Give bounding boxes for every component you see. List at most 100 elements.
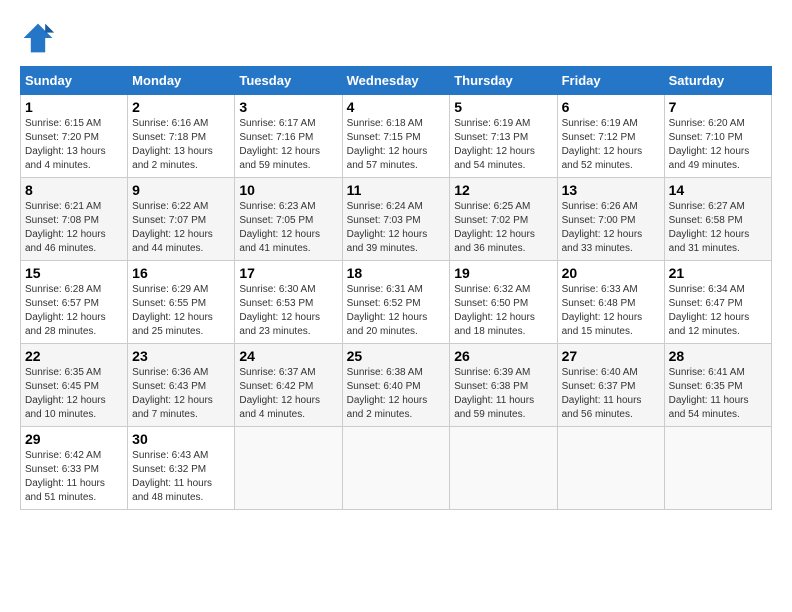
day-info: Sunrise: 6:21 AMSunset: 7:08 PMDaylight:… bbox=[25, 201, 106, 254]
day-info: Sunrise: 6:23 AMSunset: 7:05 PMDaylight:… bbox=[239, 201, 320, 254]
day-number: 23 bbox=[132, 348, 230, 364]
week-row-4: 22 Sunrise: 6:35 AMSunset: 6:45 PMDaylig… bbox=[21, 344, 772, 427]
col-header-monday: Monday bbox=[128, 67, 235, 95]
day-info: Sunrise: 6:33 AMSunset: 6:48 PMDaylight:… bbox=[562, 284, 643, 337]
week-row-1: 1 Sunrise: 6:15 AMSunset: 7:20 PMDayligh… bbox=[21, 95, 772, 178]
col-header-wednesday: Wednesday bbox=[342, 67, 450, 95]
day-number: 16 bbox=[132, 265, 230, 281]
day-cell: 13 Sunrise: 6:26 AMSunset: 7:00 PMDaylig… bbox=[557, 178, 664, 261]
day-cell: 15 Sunrise: 6:28 AMSunset: 6:57 PMDaylig… bbox=[21, 261, 128, 344]
day-number: 24 bbox=[239, 348, 337, 364]
day-number: 25 bbox=[347, 348, 446, 364]
col-header-thursday: Thursday bbox=[450, 67, 557, 95]
col-header-saturday: Saturday bbox=[664, 67, 771, 95]
day-number: 6 bbox=[562, 99, 660, 115]
day-info: Sunrise: 6:18 AMSunset: 7:15 PMDaylight:… bbox=[347, 118, 428, 171]
day-info: Sunrise: 6:26 AMSunset: 7:00 PMDaylight:… bbox=[562, 201, 643, 254]
day-info: Sunrise: 6:42 AMSunset: 6:33 PMDaylight:… bbox=[25, 450, 105, 503]
day-cell bbox=[664, 427, 771, 510]
day-number: 11 bbox=[347, 182, 446, 198]
day-cell: 8 Sunrise: 6:21 AMSunset: 7:08 PMDayligh… bbox=[21, 178, 128, 261]
day-info: Sunrise: 6:19 AMSunset: 7:12 PMDaylight:… bbox=[562, 118, 643, 171]
day-info: Sunrise: 6:25 AMSunset: 7:02 PMDaylight:… bbox=[454, 201, 535, 254]
day-info: Sunrise: 6:32 AMSunset: 6:50 PMDaylight:… bbox=[454, 284, 535, 337]
day-info: Sunrise: 6:41 AMSunset: 6:35 PMDaylight:… bbox=[669, 367, 749, 420]
day-cell: 2 Sunrise: 6:16 AMSunset: 7:18 PMDayligh… bbox=[128, 95, 235, 178]
day-cell: 27 Sunrise: 6:40 AMSunset: 6:37 PMDaylig… bbox=[557, 344, 664, 427]
day-cell: 19 Sunrise: 6:32 AMSunset: 6:50 PMDaylig… bbox=[450, 261, 557, 344]
day-info: Sunrise: 6:35 AMSunset: 6:45 PMDaylight:… bbox=[25, 367, 106, 420]
day-cell: 20 Sunrise: 6:33 AMSunset: 6:48 PMDaylig… bbox=[557, 261, 664, 344]
day-cell: 12 Sunrise: 6:25 AMSunset: 7:02 PMDaylig… bbox=[450, 178, 557, 261]
day-number: 18 bbox=[347, 265, 446, 281]
day-cell: 10 Sunrise: 6:23 AMSunset: 7:05 PMDaylig… bbox=[235, 178, 342, 261]
day-info: Sunrise: 6:22 AMSunset: 7:07 PMDaylight:… bbox=[132, 201, 213, 254]
day-cell: 3 Sunrise: 6:17 AMSunset: 7:16 PMDayligh… bbox=[235, 95, 342, 178]
day-info: Sunrise: 6:24 AMSunset: 7:03 PMDaylight:… bbox=[347, 201, 428, 254]
day-info: Sunrise: 6:37 AMSunset: 6:42 PMDaylight:… bbox=[239, 367, 320, 420]
day-cell: 9 Sunrise: 6:22 AMSunset: 7:07 PMDayligh… bbox=[128, 178, 235, 261]
day-number: 15 bbox=[25, 265, 123, 281]
day-number: 9 bbox=[132, 182, 230, 198]
day-number: 14 bbox=[669, 182, 767, 198]
week-row-5: 29 Sunrise: 6:42 AMSunset: 6:33 PMDaylig… bbox=[21, 427, 772, 510]
page-header bbox=[20, 20, 772, 56]
day-info: Sunrise: 6:29 AMSunset: 6:55 PMDaylight:… bbox=[132, 284, 213, 337]
col-header-tuesday: Tuesday bbox=[235, 67, 342, 95]
day-cell: 28 Sunrise: 6:41 AMSunset: 6:35 PMDaylig… bbox=[664, 344, 771, 427]
day-cell: 21 Sunrise: 6:34 AMSunset: 6:47 PMDaylig… bbox=[664, 261, 771, 344]
day-info: Sunrise: 6:40 AMSunset: 6:37 PMDaylight:… bbox=[562, 367, 642, 420]
day-info: Sunrise: 6:38 AMSunset: 6:40 PMDaylight:… bbox=[347, 367, 428, 420]
day-number: 12 bbox=[454, 182, 552, 198]
day-cell bbox=[235, 427, 342, 510]
day-info: Sunrise: 6:16 AMSunset: 7:18 PMDaylight:… bbox=[132, 118, 213, 171]
logo-icon bbox=[20, 20, 56, 56]
day-info: Sunrise: 6:30 AMSunset: 6:53 PMDaylight:… bbox=[239, 284, 320, 337]
day-cell: 18 Sunrise: 6:31 AMSunset: 6:52 PMDaylig… bbox=[342, 261, 450, 344]
day-cell: 16 Sunrise: 6:29 AMSunset: 6:55 PMDaylig… bbox=[128, 261, 235, 344]
day-cell bbox=[342, 427, 450, 510]
day-info: Sunrise: 6:19 AMSunset: 7:13 PMDaylight:… bbox=[454, 118, 535, 171]
calendar-table: SundayMondayTuesdayWednesdayThursdayFrid… bbox=[20, 66, 772, 510]
day-number: 17 bbox=[239, 265, 337, 281]
day-info: Sunrise: 6:15 AMSunset: 7:20 PMDaylight:… bbox=[25, 118, 106, 171]
day-cell: 22 Sunrise: 6:35 AMSunset: 6:45 PMDaylig… bbox=[21, 344, 128, 427]
day-number: 21 bbox=[669, 265, 767, 281]
day-info: Sunrise: 6:36 AMSunset: 6:43 PMDaylight:… bbox=[132, 367, 213, 420]
day-info: Sunrise: 6:27 AMSunset: 6:58 PMDaylight:… bbox=[669, 201, 750, 254]
day-cell bbox=[450, 427, 557, 510]
day-number: 10 bbox=[239, 182, 337, 198]
day-info: Sunrise: 6:17 AMSunset: 7:16 PMDaylight:… bbox=[239, 118, 320, 171]
day-number: 8 bbox=[25, 182, 123, 198]
day-cell: 11 Sunrise: 6:24 AMSunset: 7:03 PMDaylig… bbox=[342, 178, 450, 261]
day-number: 22 bbox=[25, 348, 123, 364]
day-number: 19 bbox=[454, 265, 552, 281]
day-cell bbox=[557, 427, 664, 510]
day-cell: 1 Sunrise: 6:15 AMSunset: 7:20 PMDayligh… bbox=[21, 95, 128, 178]
day-cell: 7 Sunrise: 6:20 AMSunset: 7:10 PMDayligh… bbox=[664, 95, 771, 178]
day-number: 7 bbox=[669, 99, 767, 115]
logo bbox=[20, 20, 62, 56]
week-row-3: 15 Sunrise: 6:28 AMSunset: 6:57 PMDaylig… bbox=[21, 261, 772, 344]
day-number: 1 bbox=[25, 99, 123, 115]
day-cell: 14 Sunrise: 6:27 AMSunset: 6:58 PMDaylig… bbox=[664, 178, 771, 261]
day-info: Sunrise: 6:20 AMSunset: 7:10 PMDaylight:… bbox=[669, 118, 750, 171]
day-number: 4 bbox=[347, 99, 446, 115]
week-row-2: 8 Sunrise: 6:21 AMSunset: 7:08 PMDayligh… bbox=[21, 178, 772, 261]
col-header-sunday: Sunday bbox=[21, 67, 128, 95]
day-number: 27 bbox=[562, 348, 660, 364]
day-info: Sunrise: 6:31 AMSunset: 6:52 PMDaylight:… bbox=[347, 284, 428, 337]
day-cell: 5 Sunrise: 6:19 AMSunset: 7:13 PMDayligh… bbox=[450, 95, 557, 178]
day-cell: 30 Sunrise: 6:43 AMSunset: 6:32 PMDaylig… bbox=[128, 427, 235, 510]
day-number: 28 bbox=[669, 348, 767, 364]
header-row: SundayMondayTuesdayWednesdayThursdayFrid… bbox=[21, 67, 772, 95]
day-number: 5 bbox=[454, 99, 552, 115]
day-cell: 17 Sunrise: 6:30 AMSunset: 6:53 PMDaylig… bbox=[235, 261, 342, 344]
day-info: Sunrise: 6:39 AMSunset: 6:38 PMDaylight:… bbox=[454, 367, 534, 420]
day-number: 30 bbox=[132, 431, 230, 447]
day-cell: 29 Sunrise: 6:42 AMSunset: 6:33 PMDaylig… bbox=[21, 427, 128, 510]
day-cell: 24 Sunrise: 6:37 AMSunset: 6:42 PMDaylig… bbox=[235, 344, 342, 427]
day-cell: 4 Sunrise: 6:18 AMSunset: 7:15 PMDayligh… bbox=[342, 95, 450, 178]
day-number: 20 bbox=[562, 265, 660, 281]
day-cell: 23 Sunrise: 6:36 AMSunset: 6:43 PMDaylig… bbox=[128, 344, 235, 427]
